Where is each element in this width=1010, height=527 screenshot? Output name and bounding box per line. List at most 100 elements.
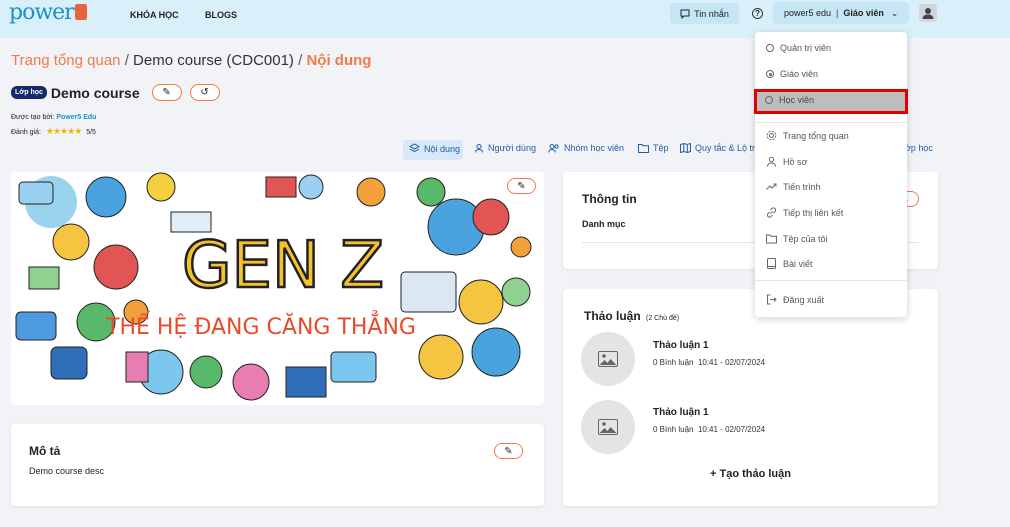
description-title: Mô tả [29,444,61,458]
trending-up-icon [766,183,777,190]
map-icon [680,143,691,153]
discussion-thumbnail[interactable] [581,332,635,386]
menu-profile[interactable]: Hồ sơ [766,156,807,167]
tab-nguoi-dung[interactable]: Người dùng [474,143,536,153]
role-option-student-highlight[interactable]: Học viên [754,89,908,114]
tab-tep[interactable]: Tệp [638,143,669,153]
user-role: Giáo viên [843,8,884,18]
tab-label: Quy tắc & Lộ trì [695,143,758,153]
course-type-badge: Lớp học [11,86,47,99]
image-icon [598,419,618,435]
course-header: Lớp học Demo course ✎ ↺ [11,84,220,101]
description-text: Demo course desc [29,466,105,476]
user-icon [922,8,934,19]
logo-mark-icon [74,4,87,20]
course-title: Demo course [50,84,140,101]
divider [755,280,907,281]
refresh-icon: ↺ [200,87,209,98]
discussion-title[interactable]: Thảo luận 1 [653,340,709,351]
role-option-student[interactable]: Học viên [765,95,814,105]
tab-noi-dung[interactable]: Nội dung [409,143,460,154]
banner-subtitle: THẾ HỆ ĐANG CĂNG THẲNG [105,311,416,340]
nav-blogs[interactable]: BLOGS [205,10,237,20]
tab-label: Nội dung [424,143,461,154]
user-dropdown-menu: Quản trị viên Giáo viên Trang tổng quan … [755,32,907,317]
tab-nhom-hoc-vien[interactable]: Nhóm học viên [548,143,624,153]
user-menu-button[interactable]: power5 edu | Giáo viên ⌄ [773,2,909,24]
discussion-time: 10:41 - 02/07/2024 [697,425,766,434]
user-icon [475,144,483,153]
tab-quy-tac[interactable]: Quy tắc & Lộ trì [680,143,758,153]
image-icon [598,351,618,367]
avatar[interactable] [919,4,937,22]
menu-label: Tệp của tôi [783,233,828,244]
discussion-comments: 0 Bình luận [653,425,694,434]
breadcrumb-course[interactable]: Demo course (CDC001) [133,52,294,69]
messages-label: Tin nhắn [694,8,729,19]
chevron-down-icon: ⌄ [890,7,899,18]
discussion-thumbnail[interactable] [581,400,635,454]
created-by-value[interactable]: Power5 Edu [56,114,96,121]
discussions-title-text: Thảo luận [584,309,641,323]
link-icon [766,207,777,218]
menu-my-files[interactable]: Tệp của tôi [766,233,828,244]
menu-label: Đăng xuất [783,294,825,305]
discussions-card: Thảo luận (2 Chủ đề) Thảo luận 1 0 Bình … [563,289,938,506]
role-option-admin[interactable]: Quản trị viên [766,43,831,53]
breadcrumb: Trang tổng quan / Demo course (CDC001) /… [11,52,371,69]
menu-logout[interactable]: Đăng xuất [766,294,824,305]
radio-selected-icon [766,70,774,78]
radio-icon [765,96,773,104]
discussion-title[interactable]: Thảo luận 1 [653,407,709,418]
menu-affiliate[interactable]: Tiếp thị liên kết [766,207,843,218]
messages-button[interactable]: Tin nhắn [670,3,739,24]
logo[interactable]: power [9,0,87,25]
menu-posts[interactable]: Bài viết [766,258,813,269]
edit-icon: ✎ [517,180,526,192]
banner-illustration: GEN Z THẾ HỆ ĐANG CĂNG THẲNG [15,172,532,401]
role-option-teacher[interactable]: Giáo viên [766,69,818,79]
edit-icon: ✎ [162,87,171,98]
user-separator: | [836,8,839,18]
menu-label: Tiếp thị liên kết [783,207,844,218]
role-label: Giáo viên [780,69,819,79]
tab-label: Tệp [653,143,669,153]
tab-label: Người dùng [488,143,536,153]
menu-progress[interactable]: Tiến trình [766,181,821,192]
created-by: Được tạo bởi: Power5 Edu [11,114,96,121]
menu-label: Tiến trình [783,181,821,192]
discussions-title: Thảo luận (2 Chủ đề) [584,309,679,323]
logo-text: power [9,0,75,25]
tab-lop-hoc[interactable]: ớp học [905,143,933,153]
discussion-comments: 0 Bình luận [653,358,694,367]
menu-label: Hồ sơ [783,156,808,167]
tab-label: ớp học [905,143,933,153]
edit-course-button[interactable]: ✎ [151,84,182,101]
course-banner-image: GEN Z THẾ HỆ ĐANG CĂNG THẲNG [11,172,544,405]
edit-icon: ✎ [504,445,513,457]
discussion-meta: 0 Bình luận 10:41 - 02/07/2024 [653,358,765,367]
created-by-label: Được tạo bởi: [11,114,55,121]
nav-khoa-hoc[interactable]: KHÓA HỌC [130,10,179,20]
create-discussion-button[interactable]: + Tạo thảo luận [563,468,938,480]
gear-icon [766,130,777,141]
user-name: power5 edu [784,8,832,18]
menu-label: Trang tổng quan [783,130,849,141]
reset-course-button[interactable]: ↺ [189,84,220,101]
category-label: Danh mục [582,219,626,229]
rating-value: 5/5 [86,129,96,136]
menu-dashboard[interactable]: Trang tổng quan [766,130,849,141]
help-icon[interactable]: ? [752,8,763,19]
edit-description-button[interactable]: ✎ [494,443,523,459]
discussion-time: 10:41 - 02/07/2024 [697,358,766,367]
book-icon [767,258,776,269]
breadcrumb-home[interactable]: Trang tổng quan [11,52,121,69]
breadcrumb-separator: / [298,52,303,69]
discussions-count: (2 Chủ đề) [646,315,680,322]
chat-icon [680,9,690,19]
divider [755,122,907,123]
users-icon [548,144,559,153]
edit-banner-button[interactable]: ✎ [507,178,536,194]
role-label: Quản trị viên [780,43,832,53]
logout-icon [767,294,777,305]
